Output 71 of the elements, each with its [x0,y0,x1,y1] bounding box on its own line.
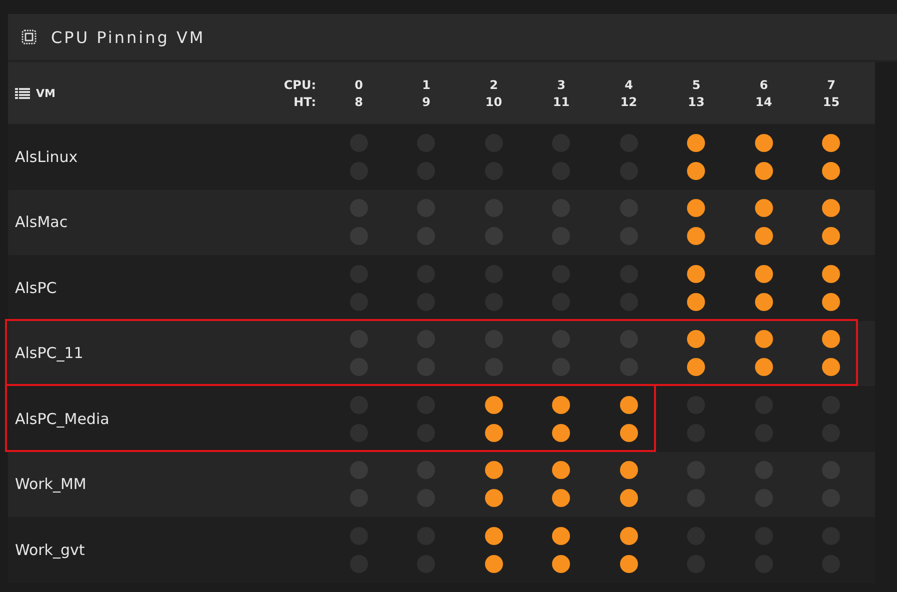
cpu-number: 0 [354,78,363,92]
cpu-pin-dot[interactable] [754,134,773,152]
cpu-pin-dot[interactable] [484,461,503,480]
cpu-label: CPU: [284,78,316,92]
vm-name: AlsPC_11 [15,344,84,362]
ht-number: 9 [422,94,430,108]
ht-pin-dot[interactable] [754,162,773,180]
cpu-pin-dot[interactable] [552,461,570,480]
column-header: VM [36,86,56,100]
ht-pin-dot[interactable] [620,554,638,573]
ht-pin-dot[interactable] [484,424,503,442]
cpu-pin-dot[interactable] [822,134,840,152]
cpu-pin-dot[interactable] [620,461,638,480]
cpu-pin-dot[interactable] [687,330,706,348]
ht-pin-dot[interactable] [687,227,706,246]
ht-pin-dot[interactable] [822,358,840,376]
ht-pin-dot[interactable] [484,489,503,508]
ht-pin-dot[interactable] [552,424,570,442]
cpu-pin-dot[interactable] [822,264,840,283]
ht-pin-dot[interactable] [484,554,503,573]
cpu-pin-dot[interactable] [687,199,706,218]
cpu-pin-dot[interactable] [822,199,840,218]
cpu-pin-dot[interactable] [822,330,840,348]
cpu-number: 2 [490,78,498,92]
ht-number: 14 [755,94,772,108]
cpu-pin-dot[interactable] [687,264,706,283]
ht-pin-dot[interactable] [620,424,638,442]
cpu-pin-dot[interactable] [620,526,638,545]
ht-pin-dot[interactable] [620,489,638,508]
ht-pin-dot[interactable] [552,554,570,573]
cpu-number: 7 [827,78,836,92]
cpu-number: 1 [422,78,430,92]
ht-number: 8 [354,94,363,108]
ht-number: 10 [485,94,502,108]
cpu-pin-dot[interactable] [552,396,570,414]
vm-name: Work_MM [15,475,86,494]
cpu-number: 6 [760,78,768,92]
ht-pin-dot[interactable] [687,358,706,376]
ht-number: 13 [688,94,705,108]
ht-pin-dot[interactable] [687,292,706,311]
ht-number: 15 [822,94,840,108]
cpu-pin-dot[interactable] [620,396,638,414]
vm-name: AlsMac [15,213,68,232]
cpu-pin-dot[interactable] [754,264,773,283]
vm-name: AlsLinux [15,148,78,166]
cpu-pin-dot[interactable] [484,396,503,414]
cpu-pin-dot[interactable] [552,526,570,545]
ht-pin-dot[interactable] [822,162,840,180]
panel-title: CPU Pinning VM [51,28,206,46]
cpu-pin-dot[interactable] [754,330,773,348]
ht-pin-dot[interactable] [552,489,570,508]
cpu-number: 4 [624,78,633,92]
cpu-number: 5 [692,78,700,92]
cpu-number: 3 [557,78,566,92]
cpu-pin-dot[interactable] [754,199,773,218]
vm-name: Work_gvt [15,540,85,559]
ht-number: 12 [620,94,638,108]
ht-label: HT: [294,94,316,108]
vm-name: AlsPC [15,278,57,297]
ht-pin-dot[interactable] [754,358,773,376]
ht-pin-dot[interactable] [822,227,840,246]
chip-icon [21,29,37,45]
ht-number: 11 [552,94,570,108]
ht-pin-dot[interactable] [687,162,706,180]
ht-pin-dot[interactable] [754,227,773,246]
ht-pin-dot[interactable] [822,292,840,311]
cpu-pin-dot[interactable] [687,134,706,152]
list-icon [15,88,30,98]
ht-pin-dot[interactable] [754,292,773,311]
vm-name: AlsPC_Media [15,410,110,428]
cpu-pin-dot[interactable] [484,526,503,545]
